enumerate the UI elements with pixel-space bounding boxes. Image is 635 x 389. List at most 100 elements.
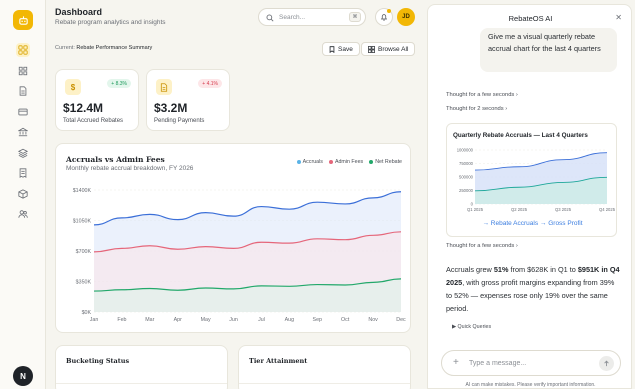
x-tick-label: Apr <box>174 317 182 323</box>
breadcrumb-current: Rebate Performance Summary <box>76 45 153 51</box>
card-title: Bucketing Status <box>66 357 130 365</box>
kpi-card-pending[interactable]: + 4.1% $3.2M Pending Payments <box>146 69 230 131</box>
users-icon <box>18 210 28 218</box>
sidebar-item-layers[interactable] <box>16 146 30 160</box>
tier-attainment-card: Tier Attainment <box>238 345 411 389</box>
y-tick-label: $1050K <box>73 219 92 225</box>
sidebar-item-grid[interactable] <box>16 43 30 57</box>
sidebar-item-bank[interactable] <box>16 125 30 139</box>
y-tick-label: 0 <box>471 202 474 207</box>
bucketing-status-card: Bucketing Status <box>55 345 228 389</box>
kpi-value: $12.4M <box>63 101 104 115</box>
save-button[interactable]: Save <box>322 42 360 56</box>
bank-icon <box>18 127 28 137</box>
message-input[interactable]: + Type a message... <box>441 350 621 376</box>
grid-icon <box>368 45 375 53</box>
x-tick-label: Mar <box>145 317 154 323</box>
x-tick-label: Q2 2025 <box>511 207 528 212</box>
y-tick-label: 250000 <box>459 188 474 193</box>
sidebar-item-card[interactable] <box>16 105 30 119</box>
x-tick-label: Jul <box>258 317 265 323</box>
disclaimer: AI can make mistakes. Please verify impo… <box>465 382 596 388</box>
divider <box>239 383 410 384</box>
send-button[interactable] <box>599 356 614 371</box>
y-tick-label: 750000 <box>459 161 474 166</box>
close-icon[interactable]: ✕ <box>615 13 622 22</box>
page-title: Dashboard <box>55 7 103 17</box>
grid-icon <box>18 45 28 55</box>
kpi-label: Total Accrued Rebates <box>63 118 124 124</box>
kpi-card-accrued[interactable]: $ + 8.3% $12.4M Total Accrued Rebates <box>55 69 139 131</box>
kpi-value: $3.2M <box>154 101 188 115</box>
thought-toggle[interactable]: Thought for a few seconds › <box>446 243 518 249</box>
layers-icon <box>18 148 28 158</box>
y-tick-label: 500000 <box>459 175 474 180</box>
x-tick-label: Q3 2025 <box>555 207 572 212</box>
thought-toggle[interactable]: Thought for 2 seconds › <box>446 106 507 112</box>
assistant-panel: RebateOS AI ✕ Give me a visual quarterly… <box>427 4 632 389</box>
dollar-icon: $ <box>65 79 81 95</box>
search-icon <box>266 14 274 22</box>
browse-all-label: Browse All <box>378 45 409 53</box>
top-bar: Dashboard Rebate program analytics and i… <box>46 0 425 34</box>
sidebar-item-document[interactable] <box>16 84 30 98</box>
breadcrumb: Current: Rebate Performance Summary <box>55 45 152 51</box>
receipt-icon <box>19 168 27 178</box>
x-tick-label: Feb <box>117 317 126 323</box>
plus-icon[interactable]: + <box>453 357 459 368</box>
notification-dot <box>387 9 391 13</box>
quarterly-chart-card: Quarterly Rebate Accruals — Last 4 Quart… <box>446 123 617 237</box>
y-tick-label: 1000000 <box>457 148 474 153</box>
box-icon <box>18 188 28 199</box>
shortcut-badge: ⌘ <box>349 12 361 22</box>
assistant-answer: Accruals grew 51% from $628K in Q1 to $9… <box>446 265 620 313</box>
card-title: Tier Attainment <box>249 357 308 365</box>
robot-icon <box>18 15 28 25</box>
arrow-up-icon <box>604 360 609 367</box>
page-subtitle: Rebate program analytics and insights <box>55 19 166 26</box>
save-label: Save <box>338 45 353 53</box>
y-tick-label: $1400K <box>73 188 92 194</box>
apps-icon <box>18 66 28 75</box>
main-chart-svg: $0K $350K $700K $1050K $1400K Jan Feb Mar Apr May… <box>73 188 406 323</box>
search-input[interactable]: Search... ⌘ <box>258 8 366 26</box>
y-tick-label: $350K <box>76 280 92 286</box>
change-badge: + 8.3% <box>107 79 131 88</box>
quick-queries-toggle[interactable]: ▶ Quick Queries <box>452 324 491 330</box>
x-tick-label: Dec <box>396 317 406 323</box>
x-tick-label: Q4 2025 <box>599 207 616 212</box>
x-tick-label: Nov <box>368 317 378 323</box>
x-tick-label: Sep <box>313 317 322 323</box>
x-tick-label: Aug <box>285 317 294 323</box>
y-tick-label: $700K <box>76 249 92 255</box>
document-icon <box>156 79 172 95</box>
x-tick-label: Jun <box>229 317 238 323</box>
sidebar-item-receipt[interactable] <box>16 166 30 180</box>
accruals-chart-card: Accruals vs Admin Fees Monthly rebate ac… <box>55 143 411 333</box>
card-icon <box>18 108 28 115</box>
message-placeholder: Type a message... <box>469 360 527 367</box>
x-tick-label: Q1 2025 <box>467 207 484 212</box>
sidebar-rail: N <box>0 0 46 389</box>
x-tick-label: Oct <box>341 317 350 323</box>
sidebar-item-box[interactable] <box>16 187 30 201</box>
bookmark-icon <box>329 45 335 53</box>
breadcrumb-prefix: Current: <box>55 45 75 51</box>
browse-all-button[interactable]: Browse All <box>361 42 416 56</box>
notifications-button[interactable] <box>375 8 393 26</box>
thought-toggle[interactable]: Thought for a few seconds › <box>446 92 518 98</box>
assistant-title: RebateOS AI <box>508 14 553 23</box>
user-avatar[interactable]: N <box>13 366 33 386</box>
divider <box>56 383 227 384</box>
change-badge: + 4.1% <box>198 79 222 88</box>
x-tick-label: May <box>201 317 211 323</box>
user-message: Give me a visual quarterly rebate accrua… <box>480 28 617 72</box>
app-logo[interactable] <box>13 10 33 30</box>
sidebar-item-apps[interactable] <box>16 64 30 78</box>
kpi-label: Pending Payments <box>154 118 205 124</box>
sidebar-item-users[interactable] <box>16 207 30 221</box>
search-placeholder: Search... <box>279 13 306 21</box>
x-tick-label: Jan <box>90 317 99 323</box>
profile-avatar[interactable]: JD <box>397 8 415 26</box>
y-tick-label: $0K <box>82 310 92 316</box>
